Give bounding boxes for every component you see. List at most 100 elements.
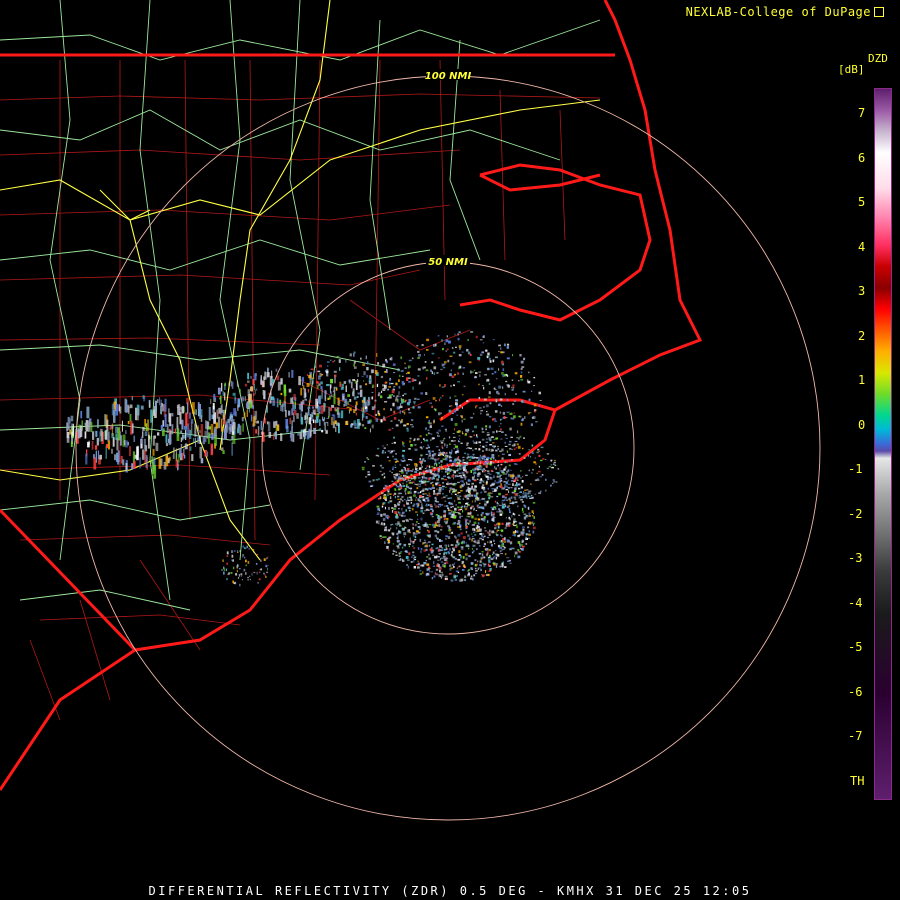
echo-pixel [506, 539, 510, 542]
echo-pixel [416, 521, 418, 523]
echo-pixel [151, 456, 153, 464]
echo-pixel [333, 370, 337, 373]
echo-pixel [539, 400, 542, 401]
echo-pixel [319, 428, 321, 431]
echo-pixel [446, 481, 449, 483]
echo-pixel [260, 559, 262, 562]
echo-pixel [457, 571, 460, 574]
echo-pixel [499, 550, 502, 553]
echo-pixel [440, 515, 443, 519]
echo-pixel [450, 465, 453, 467]
echo-pixel [513, 518, 516, 521]
echo-pixel [205, 420, 207, 430]
echo-pixel [448, 512, 452, 515]
echo-pixel [401, 441, 404, 443]
echo-pixel [483, 556, 486, 559]
echo-pixel [518, 445, 521, 449]
echo-pixel [452, 505, 454, 508]
echo-pixel [387, 493, 389, 496]
echo-pixel [308, 400, 312, 403]
echo-pixel [425, 427, 427, 430]
echo-pixel [425, 559, 427, 562]
echo-pixel [445, 428, 447, 432]
echo-pixel [417, 518, 419, 520]
echo-pixel [432, 467, 434, 470]
echo-pixel [475, 527, 478, 530]
echo-pixel [213, 429, 216, 438]
echo-pixel [538, 465, 540, 468]
echo-pixel [475, 531, 478, 533]
echo-pixel [407, 496, 409, 500]
echo-pixel [221, 434, 223, 445]
echo-pixel [487, 367, 490, 371]
echo-pixel [181, 405, 184, 414]
legend-tick-label: 5 [858, 195, 866, 209]
echo-pixel [464, 434, 467, 436]
echo-pixel [467, 483, 470, 485]
echo-pixel [440, 576, 443, 579]
echo-pixel [513, 448, 516, 451]
echo-pixel [142, 431, 144, 438]
echo-pixel [330, 378, 333, 384]
echo-pixel [438, 524, 441, 527]
legend-tick-label: 7 [858, 106, 866, 120]
echo-pixel [263, 572, 265, 575]
echo-pixel [433, 478, 435, 480]
echo-pixel [419, 461, 422, 464]
echo-pixel [197, 434, 199, 441]
echo-pixel [474, 539, 476, 542]
echo-pixel [459, 508, 463, 510]
echo-pixel [535, 421, 538, 423]
legend-tick-label: 2 [858, 328, 866, 343]
echo-pixel [440, 442, 444, 444]
echo-pixel [475, 372, 478, 374]
echo-pixel [482, 336, 485, 338]
echo-pixel [513, 475, 515, 477]
echo-pixel [498, 385, 502, 389]
echo-pixel [397, 398, 399, 403]
echo-pixel [159, 397, 161, 406]
echo-pixel [366, 374, 369, 378]
echo-pixel [338, 359, 341, 363]
range-ring-label: 100 NMI [425, 71, 472, 82]
echo-pixel [273, 421, 276, 428]
echo-pixel [479, 339, 483, 341]
echo-pixel [457, 512, 460, 514]
echo-pixel [403, 485, 406, 487]
echo-pixel [450, 440, 453, 442]
echo-pixel [320, 385, 323, 390]
external-link-icon[interactable] [874, 7, 884, 17]
echo-pixel [393, 504, 396, 506]
echo-pixel [369, 428, 371, 433]
echo-pixel [449, 443, 451, 445]
echo-pixel [419, 491, 422, 494]
echo-pixel [241, 417, 244, 422]
echo-pixel [208, 426, 211, 430]
echo-pixel [467, 456, 470, 458]
echo-pixel [327, 422, 329, 427]
echo-pixel [447, 497, 450, 500]
echo-pixel [449, 405, 451, 407]
echo-pixel [428, 544, 430, 547]
echo-pixel [458, 354, 462, 357]
echo-pixel [356, 379, 359, 383]
echo-pixel [390, 524, 393, 526]
echo-pixel [451, 563, 454, 566]
echo-pixel [477, 505, 479, 508]
echo-pixel [537, 470, 541, 473]
echo-pixel [519, 496, 522, 499]
echo-pixel [231, 435, 234, 440]
echo-pixel [498, 504, 502, 506]
echo-pixel [502, 543, 504, 545]
echo-pixel [431, 455, 434, 457]
echo-pixel [473, 550, 475, 552]
echo-pixel [417, 398, 420, 400]
echo-pixel [466, 349, 469, 352]
echo-pixel [485, 438, 488, 440]
echo-pixel [398, 524, 402, 527]
echo-pixel [489, 484, 492, 487]
echo-pixel [431, 516, 434, 518]
echo-pixel [238, 574, 240, 577]
echo-pixel [199, 405, 201, 419]
echo-pixel [426, 549, 428, 551]
